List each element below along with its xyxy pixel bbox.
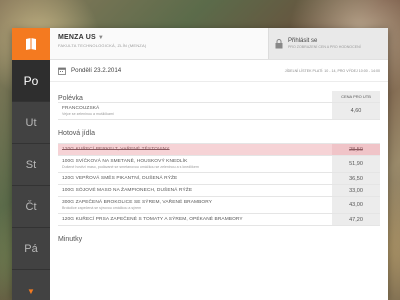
dish-name: FRANCOUZSKÁ xyxy=(62,106,100,111)
dish-price: 47,20 xyxy=(332,214,380,225)
dish-price: 28,50 xyxy=(332,144,380,155)
dish-price: 36,50 xyxy=(332,173,380,184)
login-title: Přihlásit se xyxy=(288,38,318,44)
menu-row[interactable]: 100G SVÍČKOVÁ NA SMETANĚ, HOUSKOVÝ KNEDL… xyxy=(58,155,380,172)
main-content: MENZA US ▼ Fakulta technologická, Zlín (m… xyxy=(50,28,388,300)
book-logo-icon[interactable] xyxy=(12,28,50,60)
dish-name: 120G KUŘECÍ PERKELT, VAŘENÉ TĚSTOVINY xyxy=(62,147,170,152)
login-subtitle: Pro zobrazení cen a pro hodnocení xyxy=(288,45,361,49)
menu-row[interactable]: 120G VEPŘOVÁ SMĚS PIKANTNÍ, DUŠENÁ RÝŽE … xyxy=(58,172,380,184)
date-bar: Pondělí 23.2.2014 Jídelní lístek platí: … xyxy=(50,60,388,82)
dish-name: 300G ZAPEČENÁ BROKOLICE SE SÝREM, VAŘENÉ… xyxy=(62,200,213,205)
day-tab-thursday[interactable]: Čt xyxy=(12,186,50,228)
menu-row[interactable]: FRANCOUZSKÁ Vejce se zeleninou a mušlička… xyxy=(58,102,380,120)
app-window: Po Ut St Čt Pá ▼ MENZA US ▼ Fakulta techn… xyxy=(12,28,388,300)
canteen-title: MENZA US ▼ xyxy=(58,34,105,41)
hot-meals-section-title: Hotová jídla xyxy=(58,130,95,137)
chevron-down-icon: ▼ xyxy=(97,35,105,41)
menu-content: Polévka Cena pro UTB FRANCOUZSKÁ Vejce se… xyxy=(50,82,388,243)
day-tab-friday[interactable]: Pá xyxy=(12,228,50,270)
current-date: Pondělí 23.2.2014 xyxy=(71,67,122,74)
canteen-selector[interactable]: MENZA US ▼ Fakulta technologická, Zlín (m… xyxy=(50,28,268,59)
day-tab-wednesday[interactable]: St xyxy=(12,144,50,186)
dish-name: 120G KUŘECÍ PRSA ZAPEČENÉ S TOMATY A SÝR… xyxy=(62,217,243,222)
calendar-icon[interactable] xyxy=(58,67,66,75)
minutky-section-title: Minutky xyxy=(58,236,83,243)
dish-price: 4,60 xyxy=(332,103,380,119)
price-column-header: Cena pro UTB xyxy=(332,91,380,102)
hot-meals-list: 120G KUŘECÍ PERKELT, VAŘENÉ TĚSTOVINY 28… xyxy=(58,143,380,226)
menu-row[interactable]: 300G ZAPEČENÁ BROKOLICE SE SÝREM, VAŘENÉ… xyxy=(58,196,380,213)
day-tab-monday[interactable]: Po xyxy=(12,60,50,102)
login-button[interactable]: Přihlásit se Pro zobrazení cen a pro hod… xyxy=(268,28,388,59)
dish-price: 33,00 xyxy=(332,185,380,196)
dish-description: Vejce se zeleninou a mušličkami xyxy=(62,112,114,116)
lock-icon xyxy=(275,38,283,48)
dish-name: 120G VEPŘOVÁ SMĚS PIKANTNÍ, DUŠENÁ RÝŽE xyxy=(62,176,178,181)
dish-price: 43,00 xyxy=(332,197,380,213)
soup-section-title: Polévka xyxy=(58,95,83,102)
dish-description: Dušené hovězí maso, podávané se smetanov… xyxy=(62,165,199,169)
day-tab-tuesday[interactable]: Ut xyxy=(12,102,50,144)
dish-price: 51,90 xyxy=(332,156,380,172)
sidebar: Po Ut St Čt Pá ▼ xyxy=(12,28,50,300)
menu-row-sold-out[interactable]: 120G KUŘECÍ PERKELT, VAŘENÉ TĚSTOVINY 28… xyxy=(58,143,380,155)
chevron-down-icon[interactable]: ▼ xyxy=(12,270,50,300)
dish-description: Brokolice zapečená se sýrovou omáčkou a … xyxy=(62,206,142,210)
dish-name: 100G SVÍČKOVÁ NA SMETANĚ, HOUSKOVÝ KNEDL… xyxy=(62,159,188,164)
top-bar: MENZA US ▼ Fakulta technologická, Zlín (m… xyxy=(50,28,388,60)
soup-list: FRANCOUZSKÁ Vejce se zeleninou a mušlička… xyxy=(58,102,380,120)
dish-name: 100G SÓJOVÉ MASO NA ŽAMPIONECH, DUŠENÁ R… xyxy=(62,188,193,193)
menu-row[interactable]: 120G KUŘECÍ PRSA ZAPEČENÉ S TOMATY A SÝR… xyxy=(58,213,380,226)
serving-hours-note: Jídelní lístek platí: 10 - 14, pro výdej… xyxy=(284,68,380,73)
soup-header: Polévka Cena pro UTB xyxy=(58,88,380,102)
canteen-subtitle: Fakulta technologická, Zlín (menza) xyxy=(58,43,147,48)
menu-row[interactable]: 100G SÓJOVÉ MASO NA ŽAMPIONECH, DUŠENÁ R… xyxy=(58,184,380,196)
